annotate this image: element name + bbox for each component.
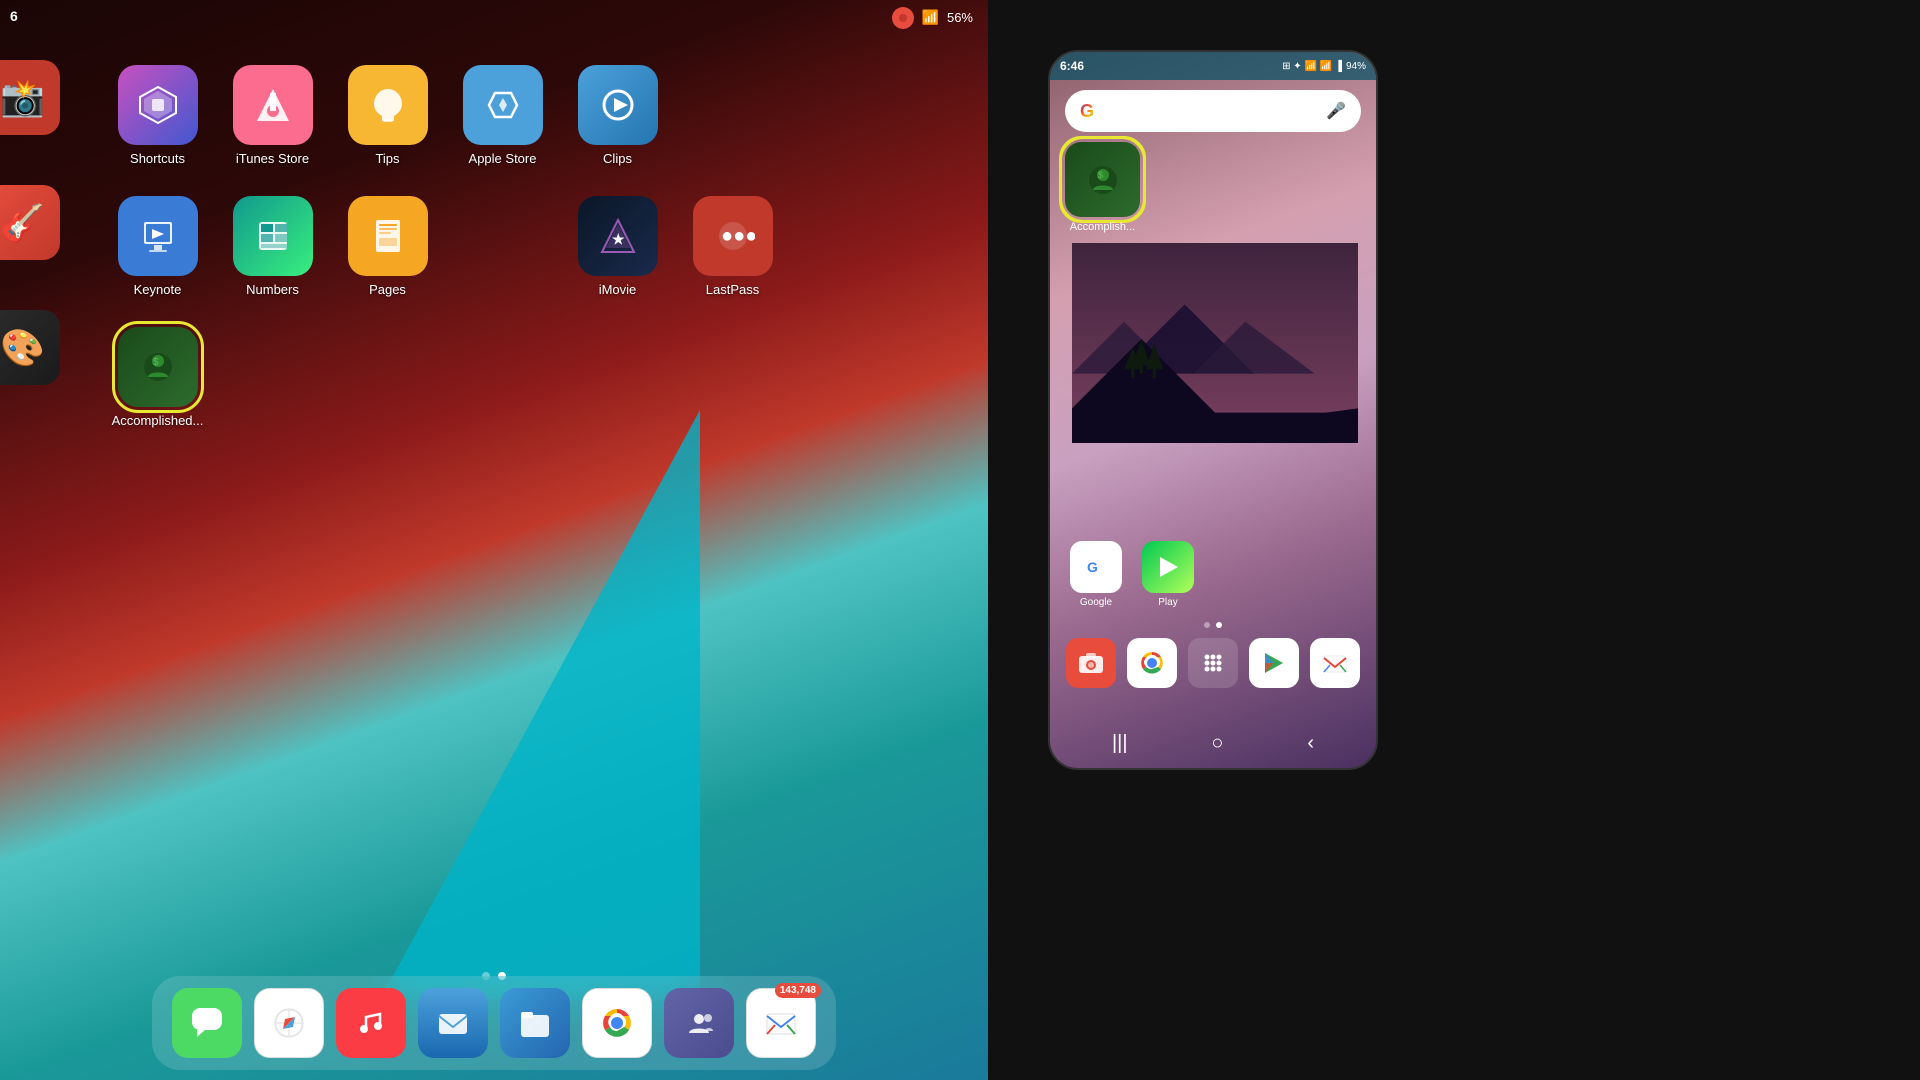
pages-label: Pages: [369, 282, 406, 297]
android-dock-playstore[interactable]: [1249, 638, 1299, 688]
dock-safari[interactable]: [254, 988, 324, 1058]
clips-img: [578, 65, 658, 145]
apple-store-icon[interactable]: Apple Store: [455, 65, 550, 166]
accomplished-android-highlight: $: [1065, 142, 1140, 217]
nav-back-btn[interactable]: ‹: [1307, 732, 1314, 755]
android-play-icon[interactable]: [1142, 541, 1194, 593]
battery-status: 56%: [947, 10, 973, 25]
android-search-bar[interactable]: G 🎤: [1065, 90, 1361, 132]
android-nav-bar: ||| ○ ‹: [1050, 718, 1376, 768]
numbers-icon[interactable]: Numbers: [225, 196, 320, 297]
pages-icon[interactable]: Pages: [340, 196, 435, 297]
accomplished-img: $: [118, 327, 198, 407]
numbers-img: [233, 196, 313, 276]
tips-label: Tips: [375, 151, 399, 166]
tips-icon[interactable]: Tips: [340, 65, 435, 166]
dock-teams[interactable]: [664, 988, 734, 1058]
itunes-store-img: [233, 65, 313, 145]
android-bottom-apps: G Google Play: [1050, 541, 1376, 608]
dock-files[interactable]: [500, 988, 570, 1058]
svg-text:$: $: [1098, 170, 1103, 180]
android-dock-apps[interactable]: [1188, 638, 1238, 688]
itunes-store-icon[interactable]: iTunes Store: [225, 65, 320, 166]
tips-img: [348, 65, 428, 145]
wifi-icon: 📶: [922, 9, 939, 26]
android-google-icon[interactable]: G: [1070, 541, 1122, 593]
svg-text:★: ★: [612, 231, 625, 247]
app-grid: Shortcuts iTunes Store Tips Apple Store: [0, 45, 988, 990]
google-g-logo: G: [1080, 101, 1094, 122]
android-play-app[interactable]: Play: [1142, 541, 1194, 608]
keynote-label: Keynote: [134, 282, 182, 297]
keynote-icon[interactable]: Keynote: [110, 196, 205, 297]
svg-text:●●●: ●●●: [721, 225, 755, 247]
android-dock-row: [1050, 638, 1376, 688]
status-time: 6: [10, 8, 18, 24]
dock-gmail[interactable]: 143,748: [746, 988, 816, 1058]
android-play-label: Play: [1158, 597, 1177, 608]
imovie-label: iMovie: [599, 282, 637, 297]
android-dot-1[interactable]: [1204, 622, 1210, 628]
dock-messages[interactable]: [172, 988, 242, 1058]
dock-chrome[interactable]: [582, 988, 652, 1058]
pages-img: [348, 196, 428, 276]
imovie-img: ★: [578, 196, 658, 276]
ipad-dock: 143,748: [152, 976, 836, 1070]
ipad-status-bar: 6 📶 56%: [0, 0, 988, 35]
apple-store-label: Apple Store: [469, 151, 537, 166]
android-dock-gmail[interactable]: [1310, 638, 1360, 688]
android-battery: 94%: [1346, 61, 1366, 72]
android-status-icons: ⊞ ✦ 📶 📶 ▐ 94%: [1282, 61, 1366, 72]
record-indicator: [892, 7, 914, 29]
shortcuts-img: [118, 65, 198, 145]
gmail-badge: 143,748: [775, 983, 821, 998]
accomplished-android-label: Accomplish...: [1065, 221, 1140, 233]
android-phone: 6:46 ⊞ ✦ 📶 📶 ▐ 94% G 🎤 $ Accomplish...: [1048, 50, 1378, 770]
android-dot-2[interactable]: [1216, 622, 1222, 628]
ipad-screen: 6 📶 56% 📸 🎸 🎨 Shortcuts iTunes: [0, 0, 988, 1080]
accomplished-label: Accomplished...: [112, 413, 204, 428]
android-google-label: Google: [1080, 597, 1112, 608]
svg-text:G: G: [1087, 559, 1098, 575]
microphone-icon[interactable]: 🎤: [1326, 101, 1346, 121]
shortcuts-label: Shortcuts: [130, 151, 185, 166]
lastpass-img: ●●●: [693, 196, 773, 276]
nav-menu-btn[interactable]: |||: [1112, 732, 1128, 755]
lastpass-icon[interactable]: ●●● LastPass: [685, 196, 780, 297]
android-page-dots: [1050, 622, 1376, 628]
clips-icon[interactable]: Clips: [570, 65, 665, 166]
dock-mail[interactable]: [418, 988, 488, 1058]
clips-label: Clips: [603, 151, 632, 166]
svg-text:$: $: [153, 357, 159, 368]
lastpass-label: LastPass: [706, 282, 759, 297]
android-dock-chrome[interactable]: [1127, 638, 1177, 688]
android-status-bar: 6:46 ⊞ ✦ 📶 📶 ▐ 94%: [1050, 52, 1376, 80]
imovie-icon[interactable]: ★ iMovie: [570, 196, 665, 297]
right-panel: 6:46 ⊞ ✦ 📶 📶 ▐ 94% G 🎤 $ Accomplish...: [988, 0, 1920, 1080]
shortcuts-icon[interactable]: Shortcuts: [110, 65, 205, 166]
dock-music[interactable]: [336, 988, 406, 1058]
app-row-2: Keynote Numbers Pages ★ iMovie: [30, 196, 958, 297]
mountains-svg: [1050, 243, 1376, 443]
app-row-1: Shortcuts iTunes Store Tips Apple Store: [30, 65, 958, 166]
keynote-img: [118, 196, 198, 276]
android-dock-camera[interactable]: [1066, 638, 1116, 688]
itunes-store-label: iTunes Store: [236, 151, 309, 166]
android-icons-group: ⊞ ✦ 📶 📶 ▐: [1282, 61, 1342, 72]
numbers-label: Numbers: [246, 282, 299, 297]
android-time: 6:46: [1060, 59, 1084, 73]
accomplished-android-icon[interactable]: $: [1065, 142, 1140, 217]
accomplished-highlighted-section: $ Accomplish...: [1065, 142, 1361, 233]
mountain-scene: [1050, 243, 1376, 443]
nav-home-btn[interactable]: ○: [1211, 732, 1223, 755]
accomplished-icon[interactable]: $ Accomplished...: [110, 327, 205, 428]
app-row-3: $ Accomplished...: [30, 327, 958, 428]
android-google-app[interactable]: G Google: [1070, 541, 1122, 608]
apple-store-img: [463, 65, 543, 145]
